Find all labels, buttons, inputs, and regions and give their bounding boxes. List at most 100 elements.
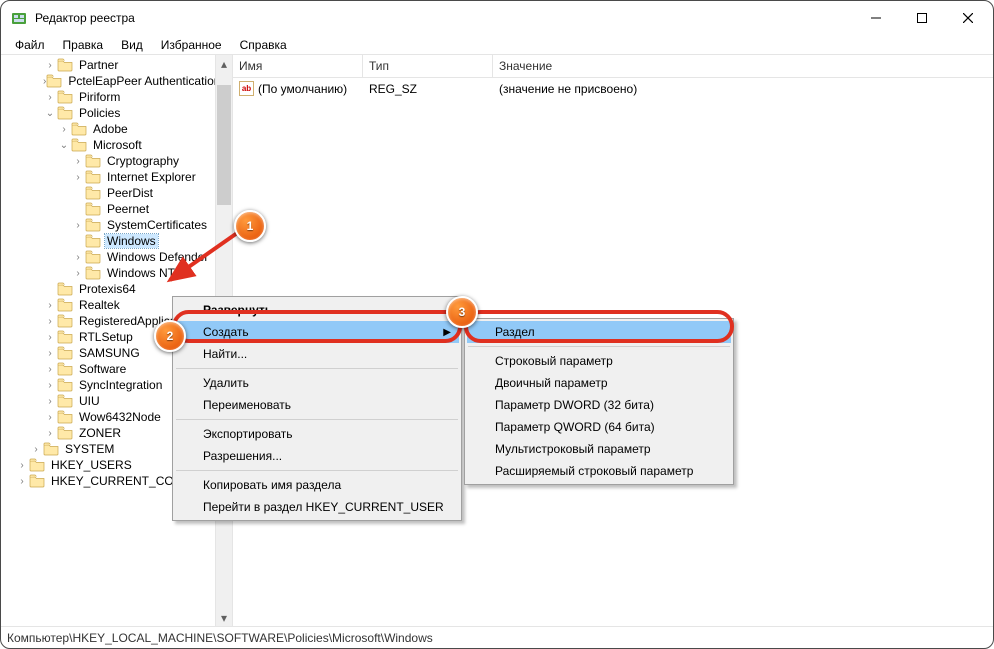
- tree-twisty-icon[interactable]: ›: [43, 60, 57, 71]
- tree-item-label: Windows: [105, 234, 158, 248]
- scroll-up-icon[interactable]: ▴: [216, 55, 232, 72]
- context-menu-new[interactable]: Раздел Строковый параметрДвоичный парамет…: [464, 318, 734, 485]
- value-row[interactable]: ab(По умолчанию)REG_SZ(значение не присв…: [233, 80, 993, 97]
- folder-icon: [57, 362, 73, 376]
- tree-twisty-icon[interactable]: ›: [43, 364, 57, 375]
- column-type[interactable]: Тип: [363, 55, 493, 77]
- menu-item[interactable]: Мультистроковый параметр: [467, 438, 731, 460]
- tree-twisty-icon[interactable]: ›: [43, 300, 57, 311]
- folder-icon: [85, 234, 101, 248]
- tree-item[interactable]: Windows: [1, 233, 215, 249]
- tree-twisty-icon[interactable]: ›: [43, 428, 57, 439]
- tree-item[interactable]: ›Windows Defender: [1, 249, 215, 265]
- context-menu-key[interactable]: Развернуть Создать▶ Найти... Удалить Переиме…: [172, 296, 462, 521]
- menu-separator: [176, 470, 458, 471]
- folder-icon: [57, 394, 73, 408]
- tree-item-label: Policies: [77, 106, 122, 120]
- tree-item[interactable]: ›Windows NT: [1, 265, 215, 281]
- tree-item[interactable]: ⌄ Microsoft: [1, 137, 215, 153]
- column-name[interactable]: Имя: [233, 55, 363, 77]
- tree-twisty-icon[interactable]: ›: [43, 92, 57, 103]
- menu-item-label: Мультистроковый параметр: [495, 442, 651, 456]
- menu-item[interactable]: Расширяемый строковый параметр: [467, 460, 731, 482]
- tree-twisty-icon[interactable]: ›: [15, 476, 29, 487]
- menu-item-label: Развернуть: [203, 303, 272, 317]
- folder-icon: [85, 218, 101, 232]
- menu-item[interactable]: Параметр DWORD (32 бита): [467, 394, 731, 416]
- values-list[interactable]: ab(По умолчанию)REG_SZ(значение не присв…: [233, 78, 993, 99]
- folder-icon: [57, 330, 73, 344]
- tree-twisty-icon[interactable]: ›: [71, 156, 85, 167]
- menu-separator: [468, 346, 730, 347]
- menu-item[interactable]: Двоичный параметр: [467, 372, 731, 394]
- titlebar[interactable]: Редактор реестра: [1, 1, 993, 35]
- folder-icon: [57, 346, 73, 360]
- tree-item[interactable]: Peernet: [1, 201, 215, 217]
- annotation-badge-2: 2: [154, 320, 186, 352]
- tree-twisty-icon[interactable]: ›: [71, 252, 85, 263]
- tree-twisty-icon[interactable]: ›: [57, 124, 71, 135]
- tree-item[interactable]: ›Internet Explorer: [1, 169, 215, 185]
- menu-item[interactable]: Переименовать: [175, 394, 459, 416]
- tree-item[interactable]: ›Piriform: [1, 89, 215, 105]
- menu-item-label: Найти...: [203, 347, 247, 361]
- tree-twisty-icon[interactable]: ⌄: [43, 108, 57, 119]
- menu-item[interactable]: Развернуть: [175, 299, 459, 321]
- menu-item[interactable]: Раздел: [467, 321, 731, 343]
- column-value[interactable]: Значение: [493, 55, 993, 77]
- scroll-thumb[interactable]: [217, 85, 231, 205]
- menu-file[interactable]: Файл: [7, 36, 53, 54]
- menu-help[interactable]: Справка: [232, 36, 295, 54]
- menu-item-label: Удалить: [203, 376, 249, 390]
- menu-item[interactable]: Разрешения...: [175, 445, 459, 467]
- tree-twisty-icon[interactable]: ›: [15, 460, 29, 471]
- tree-item[interactable]: PeerDist: [1, 185, 215, 201]
- tree-item-label: HKEY_USERS: [49, 458, 134, 472]
- folder-icon: [57, 106, 73, 120]
- tree-item-label: Microsoft: [91, 138, 144, 152]
- tree-item[interactable]: › Cryptography: [1, 153, 215, 169]
- maximize-button[interactable]: [899, 1, 945, 35]
- menu-favorites[interactable]: Избранное: [153, 36, 230, 54]
- tree-twisty-icon[interactable]: ›: [43, 412, 57, 423]
- menu-item[interactable]: Удалить: [175, 372, 459, 394]
- tree-item[interactable]: ›PctelEapPeer Authentication: [1, 73, 215, 89]
- tree-twisty-icon[interactable]: ›: [43, 332, 57, 343]
- tree-twisty-icon[interactable]: ›: [71, 172, 85, 183]
- tree-twisty-icon[interactable]: ›: [71, 268, 85, 279]
- folder-icon: [29, 458, 45, 472]
- scroll-down-icon[interactable]: ▾: [216, 609, 232, 626]
- menu-view[interactable]: Вид: [113, 36, 151, 54]
- tree-twisty-icon[interactable]: ›: [43, 348, 57, 359]
- tree-item-label: SyncIntegration: [77, 378, 164, 392]
- tree-twisty-icon[interactable]: ›: [43, 316, 57, 327]
- menu-item[interactable]: Параметр QWORD (64 бита): [467, 416, 731, 438]
- menu-item[interactable]: Экспортировать: [175, 423, 459, 445]
- tree-twisty-icon[interactable]: ›: [43, 396, 57, 407]
- minimize-button[interactable]: [853, 1, 899, 35]
- tree-twisty-icon[interactable]: ›: [29, 444, 43, 455]
- folder-icon: [85, 250, 101, 264]
- close-button[interactable]: [945, 1, 991, 35]
- list-header: Имя Тип Значение: [233, 55, 993, 78]
- tree-item[interactable]: ›SystemCertificates: [1, 217, 215, 233]
- folder-icon: [57, 378, 73, 392]
- annotation-badge-3: 3: [446, 296, 478, 328]
- tree-item[interactable]: Protexis64: [1, 281, 215, 297]
- tree-item[interactable]: ›Adobe: [1, 121, 215, 137]
- tree-twisty-icon[interactable]: ⌄: [57, 140, 71, 151]
- menu-item[interactable]: Перейти в раздел HKEY_CURRENT_USER: [175, 496, 459, 518]
- menu-item[interactable]: Создать▶: [175, 321, 459, 343]
- window-controls: [853, 1, 991, 35]
- menu-item[interactable]: Строковый параметр: [467, 350, 731, 372]
- tree-twisty-icon[interactable]: ›: [43, 380, 57, 391]
- tree-twisty-icon[interactable]: ›: [71, 220, 85, 231]
- tree-item-label: Cryptography: [105, 154, 181, 168]
- menu-edit[interactable]: Правка: [55, 36, 112, 54]
- submenu-arrow-icon: ▶: [443, 327, 451, 338]
- menu-item[interactable]: Найти...: [175, 343, 459, 365]
- tree-item[interactable]: ›Partner: [1, 57, 215, 73]
- tree-item-label: Peernet: [105, 202, 151, 216]
- tree-item[interactable]: ⌄ Policies: [1, 105, 215, 121]
- menu-item[interactable]: Копировать имя раздела: [175, 474, 459, 496]
